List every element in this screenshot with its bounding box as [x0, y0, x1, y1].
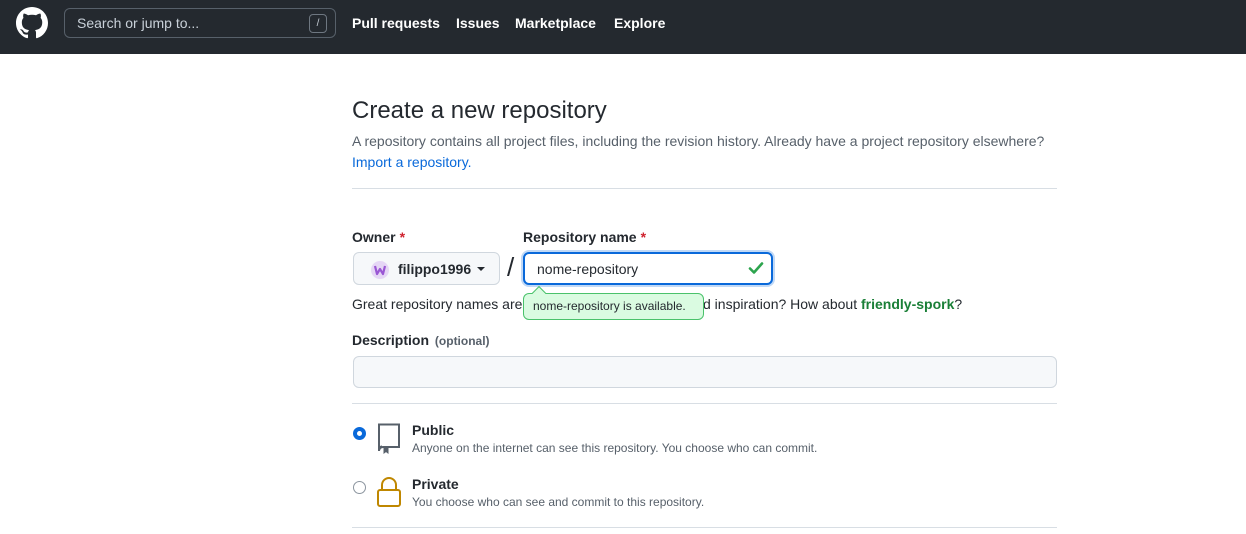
lock-icon [377, 477, 401, 507]
owner-name: filippo1996 [398, 261, 472, 277]
nav-explore[interactable]: Explore [614, 15, 665, 31]
private-title: Private [412, 476, 459, 492]
owner-avatar [371, 261, 389, 279]
hint-suffix: d inspiration? How about [703, 296, 858, 312]
repository-name-input[interactable] [523, 252, 773, 285]
owner-select[interactable]: filippo1996 [353, 252, 500, 285]
divider [352, 403, 1057, 404]
search-shortcut-badge: / [309, 14, 327, 33]
public-radio[interactable] [353, 427, 366, 440]
hint-end: ? [954, 296, 963, 312]
required-marker: * [399, 229, 406, 245]
top-header: Search or jump to... / Pull requests Iss… [0, 0, 1246, 54]
name-hint: Great repository names are [352, 296, 523, 312]
optional-marker: (optional) [434, 334, 490, 348]
subtitle-text: A repository contains all project files,… [352, 133, 1045, 149]
public-description: Anyone on the internet can see this repo… [412, 441, 818, 455]
availability-tooltip: nome-repository is available. [523, 285, 704, 320]
search-placeholder: Search or jump to... [77, 15, 200, 31]
availability-text: nome-repository is available. [533, 299, 686, 313]
divider [352, 527, 1057, 528]
tooltip-arrow [531, 285, 547, 301]
avatar-glyph-icon [373, 265, 387, 276]
github-logo-icon[interactable] [16, 7, 48, 39]
page-title: Create a new repository [352, 97, 607, 124]
nav-issues[interactable]: Issues [456, 15, 500, 31]
chevron-down-icon [477, 267, 485, 271]
check-icon [748, 262, 764, 274]
description-label-text: Description [352, 332, 430, 348]
private-description: You choose who can see and commit to thi… [412, 495, 705, 509]
name-hint-suggestion: d inspiration? How about friendly-spork? [703, 296, 962, 312]
nav-pull-requests[interactable]: Pull requests [352, 15, 440, 31]
import-repository-link[interactable]: Import a repository. [352, 154, 472, 170]
required-marker: * [640, 229, 647, 245]
repo-name-label: Repository name * [523, 229, 646, 245]
repo-name-label-text: Repository name [523, 229, 637, 245]
nav-marketplace[interactable]: Marketplace [515, 15, 596, 31]
suggested-name-link[interactable]: friendly-spork [861, 296, 954, 312]
description-input[interactable] [353, 356, 1057, 388]
divider [352, 188, 1057, 189]
private-radio[interactable] [353, 481, 366, 494]
page-subtitle: A repository contains all project files,… [352, 131, 1052, 173]
owner-label-text: Owner [352, 229, 396, 245]
repo-icon [378, 423, 400, 454]
description-label: Description (optional) [352, 332, 490, 348]
owner-label: Owner * [352, 229, 405, 245]
owner-repo-separator: / [507, 252, 515, 282]
search-input[interactable]: Search or jump to... / [64, 8, 336, 38]
public-title: Public [412, 422, 455, 438]
